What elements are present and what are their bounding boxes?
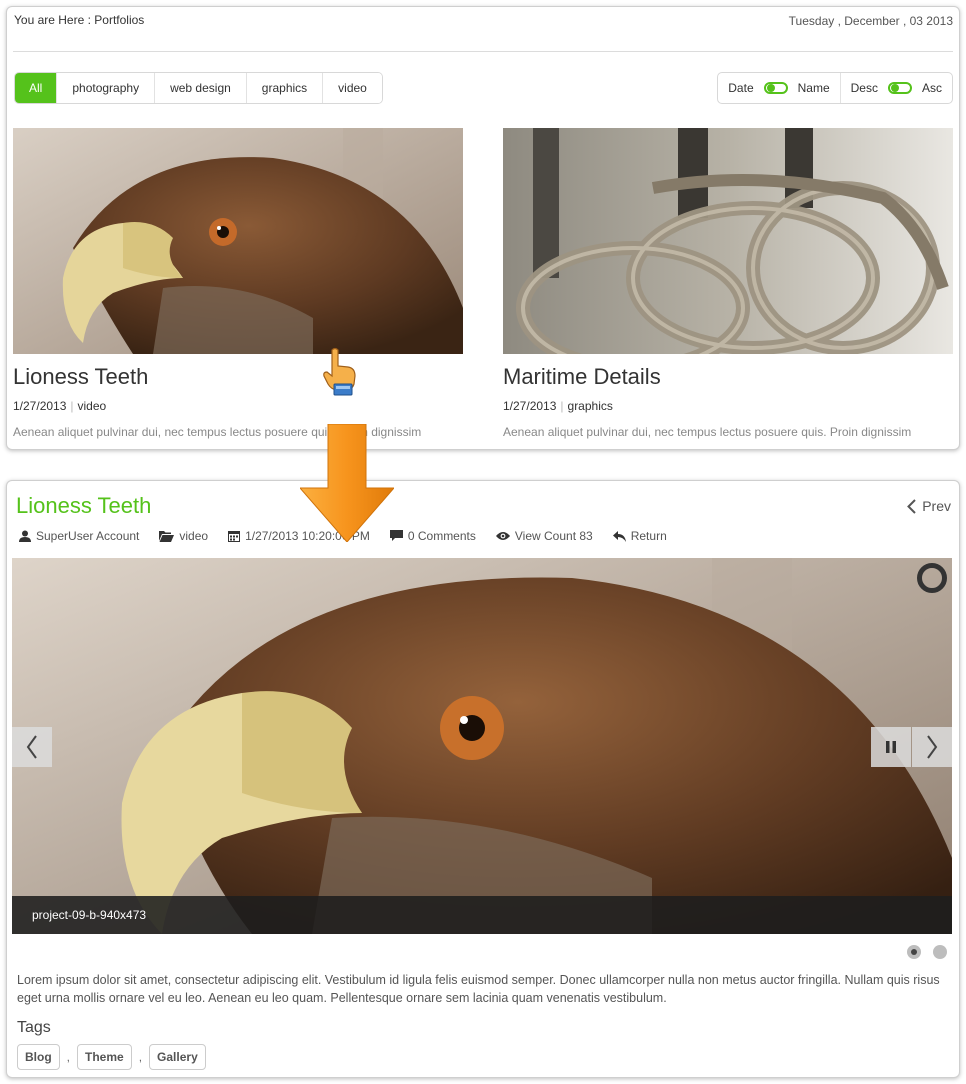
view-count: View Count 83 [514, 529, 593, 543]
prev-label: Prev [922, 498, 951, 514]
tag-theme[interactable]: Theme [77, 1044, 132, 1070]
slider-prev-button[interactable] [12, 727, 52, 767]
return-label: Return [630, 529, 667, 543]
tag-separator: , [138, 1050, 143, 1064]
sort-asc-label: Asc [921, 81, 942, 95]
slider-dot-2[interactable] [933, 945, 947, 959]
category-name: video [179, 529, 209, 543]
card-title-link[interactable]: Lioness Teeth [13, 364, 463, 390]
slider-pause-button[interactable] [871, 727, 911, 767]
card-category-link[interactable]: video [78, 399, 107, 413]
card-date: 1/27/2013 [503, 399, 557, 413]
author-name: SuperUser Account [36, 529, 140, 543]
chevron-left-icon [907, 498, 916, 514]
meta-separator: | [70, 399, 74, 413]
sort-order-toggle[interactable] [887, 82, 912, 94]
detail-title: Lioness Teeth [16, 493, 152, 518]
folder-open-icon [159, 531, 175, 542]
card-excerpt: Aenean aliquet pulvinar dui, nec tempus … [503, 425, 912, 439]
post-datetime: 1/27/2013 10:20:00 PM [245, 529, 370, 543]
portfolio-detail-panel: Lioness Teeth Prev SuperUser Account vid… [6, 480, 960, 1078]
header-divider [13, 51, 953, 52]
filter-all-button[interactable]: All [15, 73, 57, 103]
prev-link[interactable]: Prev [907, 498, 951, 514]
meta-category[interactable]: video [159, 529, 208, 543]
slider-next-button[interactable] [912, 727, 952, 767]
card-date: 1/27/2013 [13, 399, 67, 413]
filter-web-design-button[interactable]: web design [154, 73, 246, 103]
sort-controls: Date Name Desc Asc [717, 72, 953, 104]
card-meta: 1/27/2013 | graphics [503, 399, 953, 413]
reply-icon [612, 530, 626, 542]
card-category-link[interactable]: graphics [568, 399, 613, 413]
sort-field-cell: Date Name [718, 73, 839, 103]
tags-list: Blog , Theme , Gallery [17, 1044, 206, 1070]
breadcrumb: You are Here : Portfolios [14, 13, 145, 27]
eye-icon [495, 532, 510, 540]
sort-date-label: Date [728, 81, 754, 95]
rope-thumbnail[interactable] [503, 128, 953, 354]
slider-pagination [895, 945, 947, 959]
filter-video-button[interactable]: video [322, 73, 382, 103]
meta-separator: | [560, 399, 564, 413]
current-date: Tuesday , December , 03 2013 [788, 14, 953, 28]
portfolio-card: Maritime Details 1/27/2013 | graphics Aene… [503, 128, 953, 439]
slide-loader-ring [917, 563, 947, 593]
hand-pointer-icon [323, 347, 356, 396]
meta-views: View Count 83 [495, 529, 593, 543]
sort-field-toggle[interactable] [763, 82, 788, 94]
detail-meta-bar: SuperUser Account video 1/27/2013 10:20:… [19, 529, 687, 543]
portfolio-card: Lioness Teeth 1/27/2013 | video Aenean ali… [13, 128, 463, 439]
sort-name-label: Name [797, 81, 830, 95]
slide-caption: project-09-b-940x473 [12, 896, 952, 934]
card-meta: 1/27/2013 | video [13, 399, 463, 413]
tag-separator: , [66, 1050, 71, 1064]
image-slider: project-09-b-940x473 [12, 558, 952, 934]
card-title-link[interactable]: Maritime Details [503, 364, 953, 390]
eagle-slide-image [12, 558, 952, 934]
slider-dot-1[interactable] [907, 945, 921, 959]
chevron-right-icon [927, 735, 938, 759]
meta-comments[interactable]: 0 Comments [389, 529, 476, 543]
detail-body-text: Lorem ipsum dolor sit amet, consectetur … [17, 973, 940, 1005]
pause-icon [886, 741, 896, 753]
filter-graphics-button[interactable]: graphics [245, 73, 323, 103]
comment-icon [389, 530, 403, 541]
meta-return[interactable]: Return [612, 529, 667, 543]
tags-heading: Tags [17, 1019, 51, 1036]
tag-blog[interactable]: Blog [17, 1044, 60, 1070]
calendar-icon [228, 531, 241, 542]
category-filter-group: All photography web design graphics vide… [14, 72, 383, 104]
card-excerpt: Aenean aliquet pulvinar dui, nec tempus … [13, 425, 422, 439]
eagle-thumbnail[interactable] [13, 128, 463, 354]
meta-author[interactable]: SuperUser Account [19, 529, 139, 543]
comment-count: 0 Comments [407, 529, 476, 543]
user-icon [19, 530, 31, 542]
chevron-left-icon [26, 735, 37, 759]
tag-gallery[interactable]: Gallery [149, 1044, 206, 1070]
sort-order-cell: Desc Asc [839, 73, 952, 103]
sort-desc-label: Desc [850, 81, 878, 95]
filter-photography-button[interactable]: photography [56, 73, 155, 103]
meta-date: 1/27/2013 10:20:00 PM [228, 529, 370, 543]
portfolio-list-panel: You are Here : Portfolios Tuesday , Dece… [6, 6, 960, 450]
